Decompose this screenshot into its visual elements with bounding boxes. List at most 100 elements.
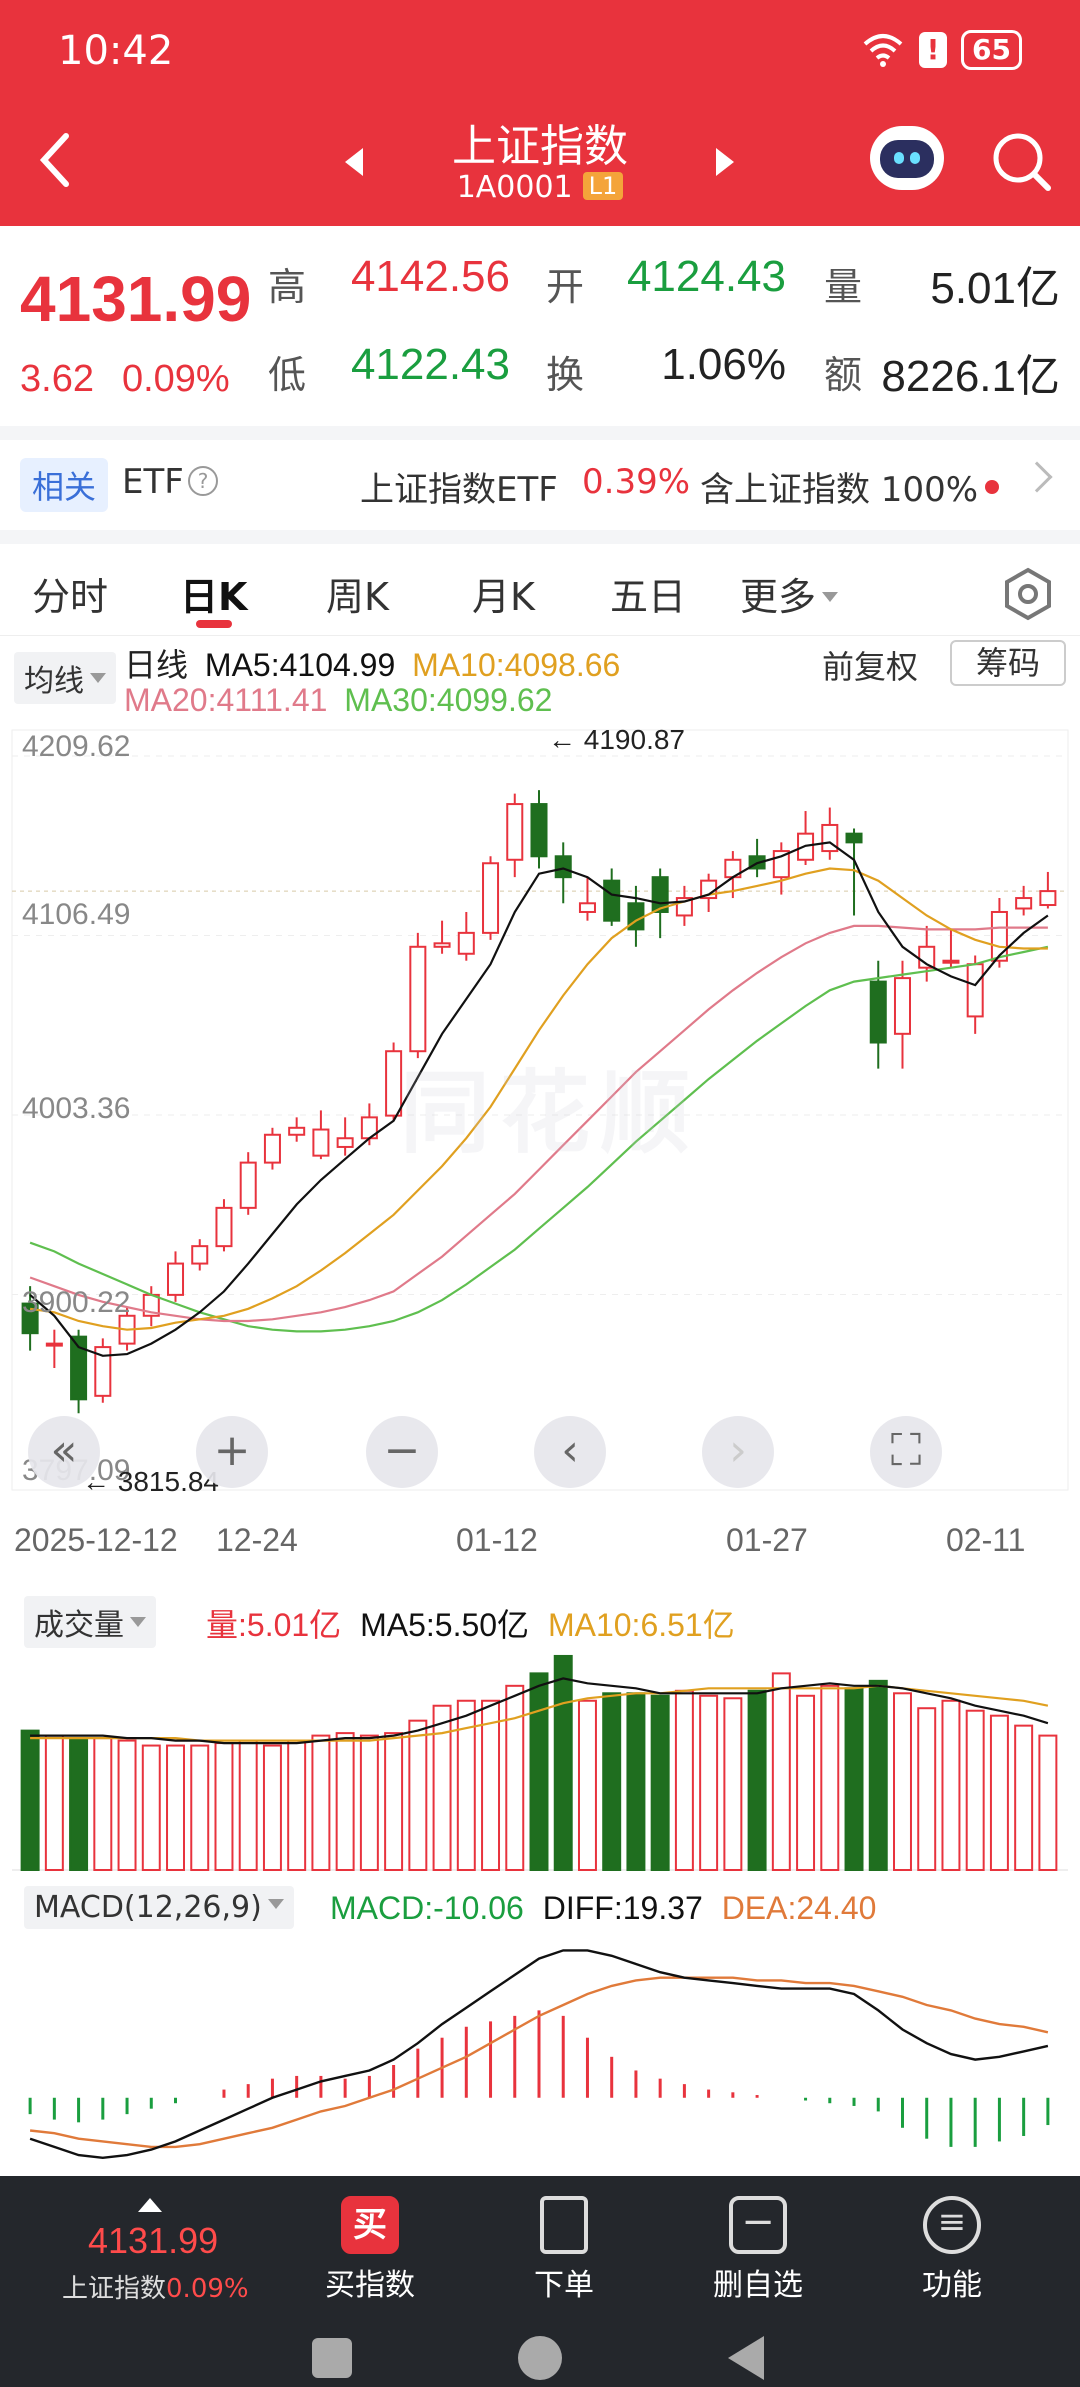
tab-weekly-k[interactable]: 周K: [326, 566, 389, 621]
volume-bar: [941, 1699, 961, 1871]
bottom-stock-name: 上证指数0.09%: [62, 2268, 249, 2305]
volume-bar: [359, 1734, 379, 1871]
ma20-value: MA20:4111.41: [124, 682, 328, 718]
nav-home-icon[interactable]: [518, 2336, 562, 2380]
candle: [1039, 890, 1057, 907]
expand-up-icon[interactable]: [138, 2198, 162, 2212]
next-stock-icon[interactable]: [716, 148, 734, 176]
volume-bar: [796, 1694, 816, 1872]
candle: [45, 1342, 63, 1347]
tab-daily-k[interactable]: 日K: [180, 566, 247, 621]
etf-name: 上证指数ETF: [360, 470, 558, 510]
candle: [1015, 897, 1033, 910]
red-dot-icon: [985, 480, 999, 494]
volume-bar: [650, 1694, 670, 1872]
indicator-select[interactable]: 均线: [14, 652, 116, 704]
volume-bar: [747, 1689, 767, 1871]
status-time: 10:42: [58, 28, 174, 74]
nav-recent-icon[interactable]: [312, 2338, 352, 2378]
candle: [166, 1262, 185, 1296]
candle: [312, 1128, 330, 1157]
candle: [966, 963, 984, 1018]
volume-select-label: 成交量: [34, 1608, 124, 1643]
macd-value: MACD:-10.06: [330, 1890, 524, 1926]
volume-bar: [844, 1687, 864, 1871]
volume-bar: [965, 1709, 985, 1872]
chips-button[interactable]: 筹码: [950, 640, 1066, 686]
tab-more-label: 更多: [740, 575, 817, 619]
volume-bar: [917, 1707, 937, 1871]
chevron-right-icon[interactable]: [1021, 461, 1053, 493]
diff-value: DIFF:19.37: [542, 1890, 703, 1926]
buy-label: 买指数: [325, 2268, 415, 2303]
chevron-down-icon: [90, 673, 106, 683]
candle: [385, 1050, 403, 1117]
document-icon: [540, 2196, 588, 2254]
candle: [603, 879, 621, 922]
related-etf-row[interactable]: 相关 ETF ? 上证指数ETF 0.39% 含上证指数 100%: [0, 440, 1080, 530]
bottom-toolbar: 4131.99 上证指数0.09% 买 买指数 下单 − 删自选 ≡ 功能: [0, 2176, 1080, 2387]
macd-stats: MACD:-10.06 DIFF:19.37 DEA:24.40: [330, 1890, 876, 1927]
turnover-value: 1.06%: [661, 340, 786, 389]
volume-bar: [553, 1654, 573, 1872]
search-icon[interactable]: [988, 128, 1054, 194]
nav-back-icon[interactable]: [728, 2336, 764, 2380]
tab-more[interactable]: 更多: [740, 566, 839, 621]
function-button[interactable]: ≡ 功能: [892, 2196, 1012, 2304]
volume-bar: [699, 1694, 719, 1872]
tab-five-day[interactable]: 五日: [610, 566, 686, 621]
volume-chart[interactable]: [0, 1640, 1080, 1880]
amount-value: 8226.1亿: [881, 352, 1060, 401]
battery-indicator: 65: [961, 30, 1022, 70]
volume-bar: [335, 1732, 355, 1871]
buy-index-button[interactable]: 买 买指数: [310, 2196, 430, 2304]
help-icon[interactable]: ?: [188, 466, 218, 496]
remove-watchlist-button[interactable]: − 删自选: [698, 2196, 818, 2304]
fast-back-icon[interactable]: «: [28, 1416, 100, 1488]
volume-bar: [674, 1689, 694, 1871]
open-value: 4124.43: [626, 252, 786, 301]
volume-bar: [311, 1734, 331, 1871]
ma10-value: MA10:4098.66: [412, 647, 621, 683]
volume-bar: [117, 1739, 137, 1871]
volume-bar: [626, 1692, 646, 1871]
function-label: 功能: [922, 2268, 982, 2303]
tab-monthly-k[interactable]: 月K: [472, 566, 535, 621]
volume-bar: [505, 1684, 525, 1872]
fullscreen-icon[interactable]: ⛶: [870, 1416, 942, 1488]
macd-chart[interactable]: [0, 1930, 1080, 2170]
quote-panel: 4131.99 3.62 0.09% 高 4142.56 开 4124.43 量 …: [0, 226, 1080, 426]
macd-select[interactable]: MACD(12,26,9): [24, 1886, 294, 1929]
related-tag: 相关: [20, 458, 109, 512]
volume-bar: [69, 1737, 89, 1872]
candle: [869, 980, 887, 1044]
chevron-right-icon[interactable]: ›: [702, 1416, 774, 1488]
volume-bar: [868, 1679, 888, 1871]
tab-intraday[interactable]: 分时: [32, 566, 108, 621]
adjust-mode[interactable]: 前复权: [822, 642, 918, 688]
volume-label: 量: [824, 265, 863, 309]
zoom-out-icon[interactable]: −: [366, 1416, 438, 1488]
level-badge: L1: [582, 172, 624, 200]
high-label: 高: [268, 265, 307, 309]
wifi-icon: [863, 34, 903, 67]
candle: [263, 1133, 281, 1164]
watermark: 同花顺: [400, 1061, 700, 1166]
y-tick: 4209.62: [22, 730, 131, 763]
change-pct: 0.09%: [121, 358, 230, 400]
settings-icon[interactable]: [1000, 566, 1056, 622]
x-tick: 01-27: [726, 1522, 808, 1558]
zoom-in-icon[interactable]: +: [196, 1416, 268, 1488]
assistant-robot-icon[interactable]: [870, 126, 944, 190]
period-tabs: 分时 日K 周K 月K 五日 更多: [0, 544, 1080, 636]
line-label: 日线: [124, 647, 189, 683]
macd-select-label: MACD(12,26,9): [34, 1890, 262, 1925]
indicator-select-label: 均线: [24, 664, 84, 699]
volume-bar: [190, 1744, 210, 1871]
x-tick: 02-11: [946, 1522, 1026, 1558]
chevron-left-icon[interactable]: ‹: [534, 1416, 606, 1488]
volume-bar: [820, 1684, 840, 1872]
candle: [215, 1206, 233, 1248]
ma5-value: MA5:4104.99: [204, 647, 396, 683]
order-button[interactable]: 下单: [504, 2196, 624, 2304]
